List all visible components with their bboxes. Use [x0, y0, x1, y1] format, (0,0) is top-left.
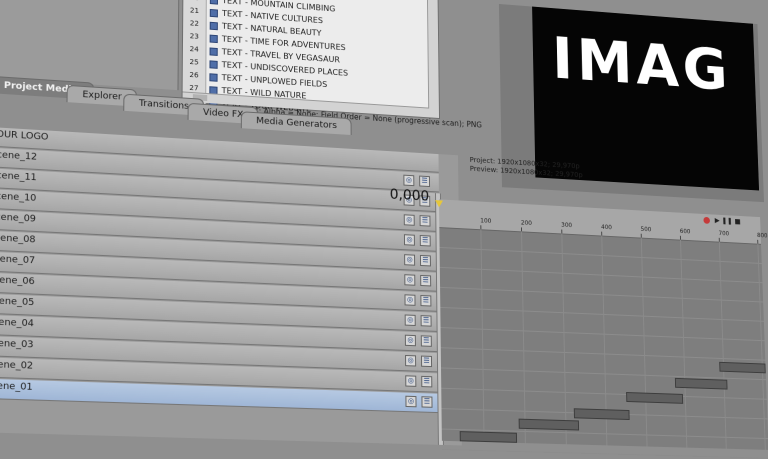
track-name: Scene_09 [0, 211, 37, 225]
track-name: Scene_02 [0, 359, 34, 372]
image-file-icon [209, 21, 218, 30]
timeline-area[interactable]: 100 200 300 400 500 600 700 800 [439, 199, 768, 459]
track-fx-icon[interactable]: ☰ [419, 215, 431, 227]
image-file-icon [209, 46, 218, 56]
timeline-clip[interactable] [573, 408, 630, 421]
track-name: Scene_04 [0, 316, 35, 330]
track-fx-icon[interactable]: ☰ [420, 315, 432, 327]
ruler-tick-label: 400 [600, 223, 612, 232]
track-name: Scene_05 [0, 295, 35, 309]
track-name: Scene_08 [0, 232, 36, 246]
track-name: Scene_07 [0, 253, 36, 267]
stop-icon[interactable]: ■ [734, 218, 740, 226]
track-lane-divider [441, 449, 768, 459]
track-motion-icon[interactable]: ◎ [404, 314, 416, 327]
playhead-marker-icon[interactable] [435, 200, 444, 208]
ruler-tick-label: 300 [561, 221, 573, 230]
timeline-clip[interactable] [626, 392, 684, 404]
timeline-clip[interactable] [674, 377, 728, 390]
track-name: Scene_03 [0, 338, 34, 351]
ruler-tick-label: 600 [679, 228, 691, 236]
track-lane-divider [441, 367, 767, 381]
track-fx-icon[interactable]: ☰ [421, 355, 433, 368]
track-name: Scene_10 [0, 191, 37, 205]
track-list: YOUR LOGO Scene_12 ◎ ☰ Scene_11 ◎ ☰ Scene_10 ◎ ☰ S… [0, 126, 462, 446]
track-fx-icon[interactable]: ☰ [419, 175, 431, 188]
track-lane-divider [440, 347, 766, 361]
track-fx-icon[interactable]: ☰ [421, 396, 433, 408]
track-fx-icon[interactable]: ☰ [419, 235, 431, 247]
project-media-tree[interactable] [0, 0, 180, 91]
track-fx-icon[interactable]: ☰ [421, 375, 433, 388]
track-name: Scene_11 [0, 170, 37, 184]
track-fx-icon[interactable]: ☰ [420, 294, 432, 307]
track-motion-icon[interactable]: ◎ [404, 254, 416, 266]
track-motion-icon[interactable]: ◎ [403, 214, 415, 226]
track-lane-divider [441, 387, 767, 400]
preview-overlay-text: IMAG [551, 25, 733, 105]
timeline-clip[interactable] [719, 361, 766, 374]
record-icon[interactable] [703, 216, 711, 224]
track-motion-icon[interactable]: ◎ [403, 174, 415, 187]
track-fx-icon[interactable]: ☰ [420, 335, 432, 347]
ruler-tick-label: 800 [756, 232, 768, 240]
track-motion-icon[interactable]: ◎ [404, 294, 416, 306]
track-name: Scene_12 [0, 149, 38, 163]
ruler-tick-label: 500 [640, 225, 652, 234]
play-icon[interactable]: ▶ [715, 217, 720, 225]
track-motion-icon[interactable]: ◎ [405, 395, 417, 408]
track-name: Scene_01 [0, 380, 33, 394]
ruler-tick-label: 200 [520, 219, 532, 228]
track-name: YOUR LOGO [0, 129, 49, 143]
tab-media-generators[interactable]: Media Generators [240, 111, 352, 136]
image-file-icon [209, 72, 218, 82]
image-file-icon [209, 34, 218, 43]
image-file-icon [209, 0, 219, 5]
timeline-clip[interactable] [459, 431, 518, 443]
time-readout: 0,000 [389, 186, 430, 205]
image-file-icon [209, 8, 218, 17]
track-motion-icon[interactable]: ◎ [405, 354, 417, 367]
timeline-clip[interactable] [518, 418, 580, 431]
pause-icon[interactable]: ❚❚ [722, 217, 733, 225]
image-file-icon [209, 59, 218, 69]
track-name: Scene_06 [0, 274, 35, 288]
editor-window: TEXT - FRESH AIR20TEXT - MOUNTAIN CLIMBI… [0, 0, 768, 459]
ruler-tick-label: 100 [480, 217, 492, 225]
track-fx-icon[interactable]: ☰ [419, 254, 431, 267]
track-motion-icon[interactable]: ◎ [405, 375, 417, 387]
ruler-tick-label: 700 [718, 230, 730, 238]
track-motion-icon[interactable]: ◎ [403, 234, 415, 246]
track-motion-icon[interactable]: ◎ [404, 274, 416, 286]
track-fx-icon[interactable]: ☰ [420, 274, 432, 287]
track-motion-icon[interactable]: ◎ [404, 334, 416, 347]
media-list-vertical-scrollbar[interactable] [426, 0, 440, 118]
